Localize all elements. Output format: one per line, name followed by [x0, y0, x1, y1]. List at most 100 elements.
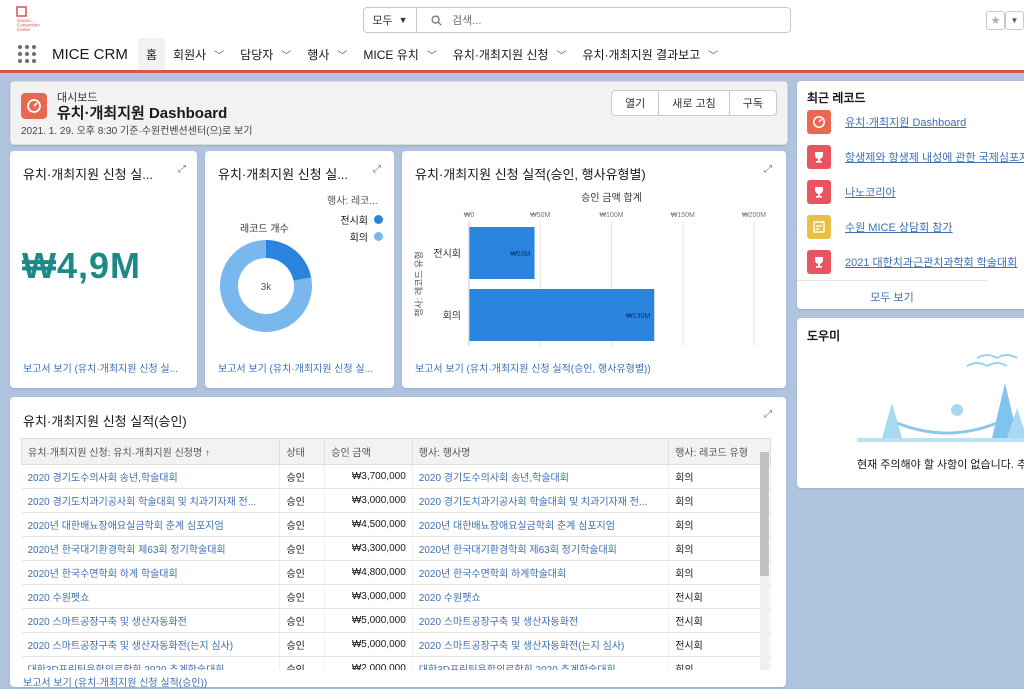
x-tick-label: ₩50M [530, 212, 550, 219]
metric-value: ₩4,9M [22, 245, 142, 286]
table-cell: ₩5,000,000 [324, 632, 413, 657]
refresh-button[interactable]: 새로 고침 [658, 91, 729, 115]
recent-record-item[interactable]: 나노코리아 [797, 174, 1024, 209]
cell-text: 전시회 [675, 641, 703, 652]
view-report-link[interactable]: 보고서 보기 (유치·개최지원 신청 실... [218, 360, 383, 375]
chevron-down-icon[interactable]: ﹀ [427, 47, 437, 62]
trophy-icon [807, 179, 831, 204]
empty-state-illustration [857, 354, 1024, 442]
nav-item[interactable]: 유치·개최지원 결과보고 ﹀ [574, 38, 726, 70]
nav-item[interactable]: 홈 [138, 38, 166, 73]
recent-record-item[interactable]: 항생제와 항생제 내성에 관한 국제심포지엄 [797, 139, 1024, 174]
record-link[interactable]: 2020년 대한배뇨장애요실금학회 춘계 심포지엄 [21, 512, 281, 537]
expand-icon[interactable]: ⤢ [373, 164, 381, 175]
record-link[interactable]: 2020년 한국수면학회 하계 학술대회 [21, 560, 281, 585]
chevron-down-icon[interactable]: ﹀ [214, 47, 224, 62]
record-link[interactable]: 2020년 대한배뇨장애요실금학회 춘계 심포지엄 [412, 512, 670, 537]
record-link[interactable]: 2020 경기도수의사회 송년,학술대회 [412, 464, 670, 489]
subscribe-button[interactable]: 구독 [728, 91, 776, 115]
nav-item[interactable]: 회원사 ﹀ [165, 38, 232, 70]
recent-record-item[interactable]: 유치·개최지원 Dashboard [797, 104, 1024, 139]
record-link[interactable]: 대한3D프린팅융합의료학회 2020 추계학술대회 [412, 656, 670, 670]
record-link[interactable]: 2020 수원펫쇼 [21, 584, 281, 609]
column-header[interactable]: 행사: 레코드 유형 [668, 438, 771, 465]
record-link[interactable]: 2020년 한국대기환경학회 제63회 정기학술대회 [21, 536, 281, 561]
view-all-link[interactable]: 모두 보기 [797, 280, 987, 305]
record-link[interactable]: 대한3D프린팅융합의료학회 2020 추계학술대회 [21, 656, 281, 670]
expand-icon[interactable]: ⤢ [764, 164, 772, 175]
expand-icon[interactable]: ⤢ [764, 409, 772, 420]
cell-text: ₩2,000,000 [351, 663, 406, 670]
trophy-icon [807, 144, 831, 169]
scrollbar-thumb[interactable] [760, 452, 769, 576]
app-launcher-icon[interactable] [18, 45, 36, 63]
recent-record-item[interactable]: 2021 대한치과근관치과학회 학술대회 [797, 244, 1024, 279]
donut-slice[interactable] [266, 240, 312, 281]
cell-text: 승인 [286, 569, 305, 580]
column-header[interactable]: 상태 [279, 438, 326, 465]
search-input[interactable]: 검색... [452, 12, 481, 28]
record-link[interactable]: 2020 경기도치과기공사회 학술대회 및 치과기자재 전... [21, 488, 281, 513]
view-report-link[interactable]: 보고서 보기 (유치·개최지원 신청 실... [23, 360, 188, 375]
view-report-link[interactable]: 보고서 보기 (유치·개최지원 신청 실적(승인, 행사유형별)) [415, 360, 651, 375]
nav-item[interactable]: 담당자 ﹀ [232, 38, 299, 70]
cell-text: 2020년 대한배뇨장애요실금학회 춘계 심포지엄 [27, 521, 224, 532]
nav-item[interactable]: MICE 유치 ﹀ [355, 38, 444, 70]
cell-text: 회의 [675, 521, 694, 532]
record-link[interactable]: 2020 수원펫쇼 [412, 584, 670, 609]
dashboard-icon [807, 109, 831, 134]
cell-text: 전시회 [675, 617, 703, 628]
suwon-convention-logo[interactable]: Suwon Convention Center [16, 6, 52, 32]
table-cell: ₩3,700,000 [324, 464, 413, 489]
chevron-down-icon[interactable]: ﹀ [281, 47, 291, 62]
cell-text: ₩4,800,000 [351, 567, 406, 578]
table-cell: 회의 [668, 656, 771, 670]
nav-item-label: 유치·개최지원 신청 [452, 47, 549, 62]
column-header[interactable]: 행사: 행사명 [411, 438, 670, 465]
recent-record-item[interactable]: 수원 MICE 상담회 참가 [797, 209, 1024, 244]
expand-icon[interactable]: ⤢ [178, 164, 186, 175]
record-link[interactable]: 2020 스마트공장구축 및 생산자동화전(는지 심사) [412, 632, 670, 657]
assistant-panel: 도우미 현재 주의해야 할 사항이 없습니다. 추 [797, 318, 1024, 488]
open-button[interactable]: 열기 [612, 91, 658, 115]
cell-text: 회의 [675, 473, 694, 484]
cell-text: 전시회 [675, 593, 703, 604]
table-cell: ₩3,000,000 [324, 488, 413, 513]
favorite-star-icon[interactable]: ★ [986, 11, 1005, 30]
column-header[interactable]: 유치·개최지원 신청: 유치·개최지원 신청명 ↑ [21, 438, 281, 465]
cell-text: 2020년 한국수면학회 하계학술대회 [418, 569, 567, 580]
recent-record-label: 유치·개최지원 Dashboard [845, 116, 967, 129]
bar-chart: 승인 금액 합계 ₩0 ₩50M ₩100M ₩150M ₩200M 행사: 레코드 유형 전… [413, 192, 766, 346]
cell-text: ₩4,500,000 [351, 519, 406, 530]
chevron-down-icon[interactable]: ﹀ [708, 47, 718, 62]
nav-item[interactable]: 행사 ﹀ [299, 38, 355, 70]
record-link[interactable]: 2020년 한국대기환경학회 제63회 정기학술대회 [412, 536, 670, 561]
cell-text: 회의 [675, 569, 694, 580]
column-header[interactable]: 승인 금액 [324, 438, 413, 465]
record-link[interactable]: 2020 경기도수의사회 송년,학술대회 [21, 464, 281, 489]
global-search[interactable]: 모두 ▼ 검색... [363, 7, 791, 33]
record-link[interactable]: 2020년 한국수면학회 하계학술대회 [412, 560, 670, 585]
record-link[interactable]: 2020 스마트공장구축 및 생산자동화전(는지 심사) [21, 632, 281, 657]
table-scrollbar[interactable] [760, 450, 769, 670]
dashboard-title: 유치·개최지원 Dashboard [57, 105, 228, 122]
cell-text: 2020 수원펫쇼 [27, 593, 90, 604]
nav-item[interactable]: 유치·개최지원 신청 ﹀ [445, 38, 575, 70]
chevron-down-icon[interactable]: ﹀ [337, 47, 347, 62]
search-scope-select[interactable]: 모두 ▼ [364, 8, 417, 32]
view-report-link[interactable]: 보고서 보기 (유치·개최지원 신청 실적(승인)) [23, 674, 207, 689]
chevron-down-icon[interactable]: ﹀ [556, 47, 566, 62]
favorites-menu-button[interactable]: ▼ [1005, 11, 1024, 30]
cell-text: 회의 [675, 665, 693, 670]
cell-text: 2020년 대한배뇨장애요실금학회 춘계 심포지엄 [418, 521, 615, 532]
table-cell: 회의 [668, 560, 771, 585]
record-link[interactable]: 2020 스마트공장구축 및 생산자동화전 [412, 608, 670, 633]
cell-text: 승인 [286, 497, 305, 508]
record-link[interactable]: 2020 경기도치과기공사회 학술대회 및 치과기자재 전... [412, 488, 670, 513]
record-link[interactable]: 2020 스마트공장구축 및 생산자동화전 [21, 608, 281, 633]
card-title: 유치·개최지원 신청 실적(승인, 행사유형별) [415, 167, 646, 182]
assistant-message: 현재 주의해야 할 사항이 없습니다. 추 [857, 459, 1024, 471]
cell-text: 승인 [286, 545, 305, 556]
dashboard-actions: 열기 새로 고침 구독 [610, 90, 777, 116]
app-name: MICE CRM [52, 45, 128, 63]
